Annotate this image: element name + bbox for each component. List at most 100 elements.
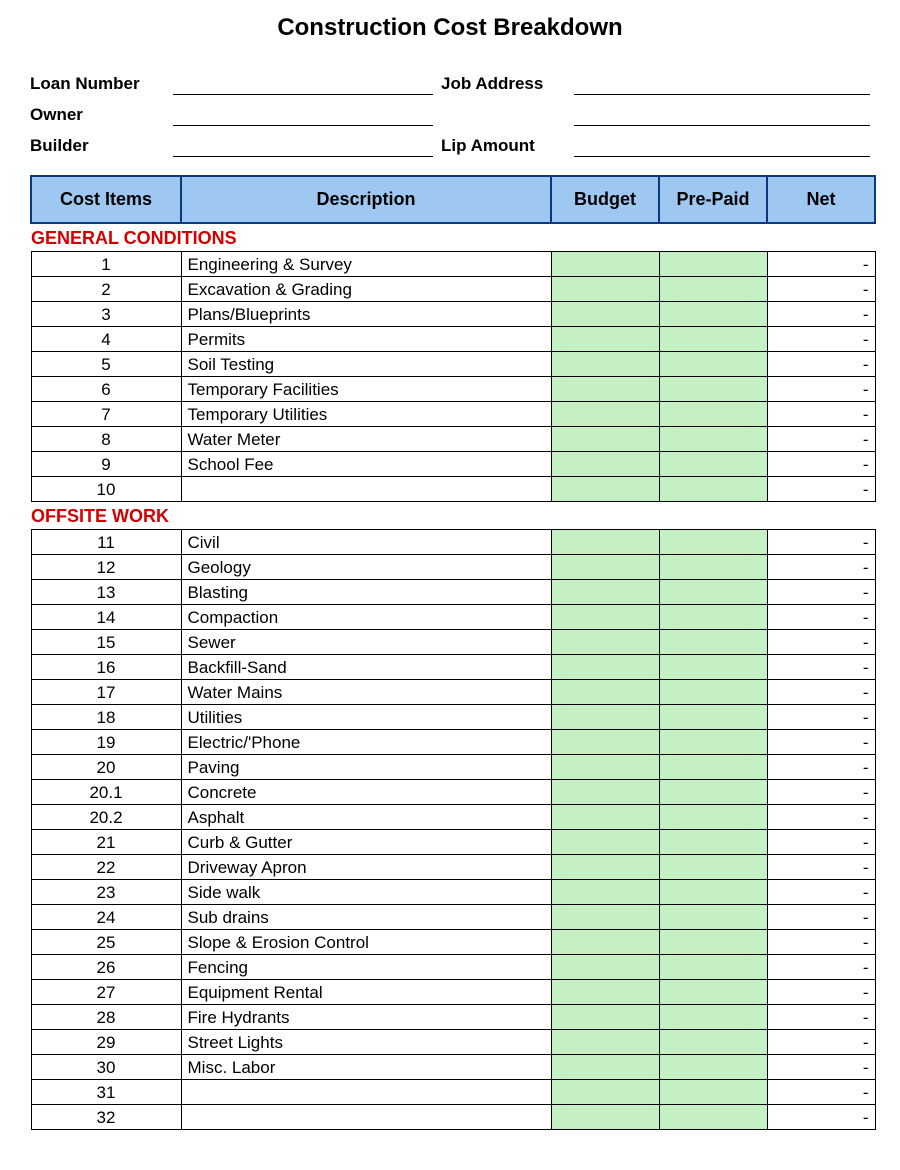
row-prepaid-cell[interactable] [659, 780, 767, 805]
row-budget-cell[interactable] [551, 680, 659, 705]
row-prepaid-cell[interactable] [659, 252, 767, 277]
job-address-field-2[interactable] [574, 105, 870, 126]
row-budget-cell[interactable] [551, 452, 659, 477]
row-budget-cell[interactable] [551, 905, 659, 930]
row-budget-cell[interactable] [551, 1080, 659, 1105]
row-prepaid-cell[interactable] [659, 1080, 767, 1105]
row-net-cell: - [767, 327, 875, 352]
row-description: Sub drains [181, 905, 551, 930]
row-budget-cell[interactable] [551, 630, 659, 655]
row-budget-cell[interactable] [551, 880, 659, 905]
row-prepaid-cell[interactable] [659, 930, 767, 955]
row-budget-cell[interactable] [551, 1105, 659, 1130]
row-net-cell: - [767, 980, 875, 1005]
row-budget-cell[interactable] [551, 1055, 659, 1080]
row-prepaid-cell[interactable] [659, 277, 767, 302]
builder-field[interactable] [173, 136, 433, 157]
row-budget-cell[interactable] [551, 980, 659, 1005]
job-address-field[interactable] [574, 74, 870, 95]
row-prepaid-cell[interactable] [659, 530, 767, 555]
row-net-cell: - [767, 680, 875, 705]
row-budget-cell[interactable] [551, 655, 659, 680]
row-prepaid-cell[interactable] [659, 830, 767, 855]
row-budget-cell[interactable] [551, 277, 659, 302]
table-row: 7Temporary Utilities- [31, 402, 875, 427]
row-budget-cell[interactable] [551, 830, 659, 855]
row-description: Blasting [181, 580, 551, 605]
row-prepaid-cell[interactable] [659, 630, 767, 655]
row-budget-cell[interactable] [551, 377, 659, 402]
row-budget-cell[interactable] [551, 1005, 659, 1030]
row-prepaid-cell[interactable] [659, 580, 767, 605]
row-prepaid-cell[interactable] [659, 1105, 767, 1130]
row-budget-cell[interactable] [551, 780, 659, 805]
row-budget-cell[interactable] [551, 302, 659, 327]
row-prepaid-cell[interactable] [659, 730, 767, 755]
row-budget-cell[interactable] [551, 755, 659, 780]
row-description [181, 1105, 551, 1130]
row-description: Temporary Utilities [181, 402, 551, 427]
row-prepaid-cell[interactable] [659, 402, 767, 427]
row-budget-cell[interactable] [551, 252, 659, 277]
row-prepaid-cell[interactable] [659, 377, 767, 402]
row-net-cell: - [767, 1030, 875, 1055]
row-budget-cell[interactable] [551, 705, 659, 730]
row-prepaid-cell[interactable] [659, 427, 767, 452]
row-prepaid-cell[interactable] [659, 955, 767, 980]
row-budget-cell[interactable] [551, 930, 659, 955]
row-budget-cell[interactable] [551, 605, 659, 630]
table-row: 16Backfill-Sand- [31, 655, 875, 680]
row-description [181, 477, 551, 502]
row-prepaid-cell[interactable] [659, 880, 767, 905]
row-prepaid-cell[interactable] [659, 327, 767, 352]
row-description: Electric/'Phone [181, 730, 551, 755]
loan-number-label: Loan Number [30, 74, 165, 95]
row-budget-cell[interactable] [551, 427, 659, 452]
row-prepaid-cell[interactable] [659, 855, 767, 880]
row-net-cell: - [767, 905, 875, 930]
loan-number-field[interactable] [173, 74, 433, 95]
row-prepaid-cell[interactable] [659, 655, 767, 680]
row-budget-cell[interactable] [551, 1030, 659, 1055]
row-budget-cell[interactable] [551, 580, 659, 605]
row-net-cell: - [767, 630, 875, 655]
row-prepaid-cell[interactable] [659, 452, 767, 477]
col-net: Net [767, 176, 875, 223]
row-budget-cell[interactable] [551, 402, 659, 427]
row-budget-cell[interactable] [551, 327, 659, 352]
row-number: 25 [31, 930, 181, 955]
lip-amount-field[interactable] [574, 136, 870, 157]
owner-field[interactable] [173, 105, 433, 126]
row-prepaid-cell[interactable] [659, 980, 767, 1005]
row-prepaid-cell[interactable] [659, 555, 767, 580]
row-budget-cell[interactable] [551, 352, 659, 377]
row-budget-cell[interactable] [551, 805, 659, 830]
row-prepaid-cell[interactable] [659, 605, 767, 630]
section-heading-text: OFFSITE WORK [31, 502, 875, 530]
row-prepaid-cell[interactable] [659, 755, 767, 780]
row-description: Water Mains [181, 680, 551, 705]
row-prepaid-cell[interactable] [659, 680, 767, 705]
row-budget-cell[interactable] [551, 555, 659, 580]
row-prepaid-cell[interactable] [659, 477, 767, 502]
table-row: 1Engineering & Survey- [31, 252, 875, 277]
row-prepaid-cell[interactable] [659, 1030, 767, 1055]
table-row: 24Sub drains- [31, 905, 875, 930]
row-prepaid-cell[interactable] [659, 302, 767, 327]
row-prepaid-cell[interactable] [659, 805, 767, 830]
row-budget-cell[interactable] [551, 477, 659, 502]
table-row: 28Fire Hydrants- [31, 1005, 875, 1030]
row-number: 12 [31, 555, 181, 580]
row-budget-cell[interactable] [551, 530, 659, 555]
row-budget-cell[interactable] [551, 855, 659, 880]
row-budget-cell[interactable] [551, 955, 659, 980]
row-prepaid-cell[interactable] [659, 705, 767, 730]
row-prepaid-cell[interactable] [659, 1005, 767, 1030]
table-row: 12Geology- [31, 555, 875, 580]
row-prepaid-cell[interactable] [659, 352, 767, 377]
table-row: 17Water Mains- [31, 680, 875, 705]
row-description: Street Lights [181, 1030, 551, 1055]
row-prepaid-cell[interactable] [659, 1055, 767, 1080]
row-prepaid-cell[interactable] [659, 905, 767, 930]
row-budget-cell[interactable] [551, 730, 659, 755]
